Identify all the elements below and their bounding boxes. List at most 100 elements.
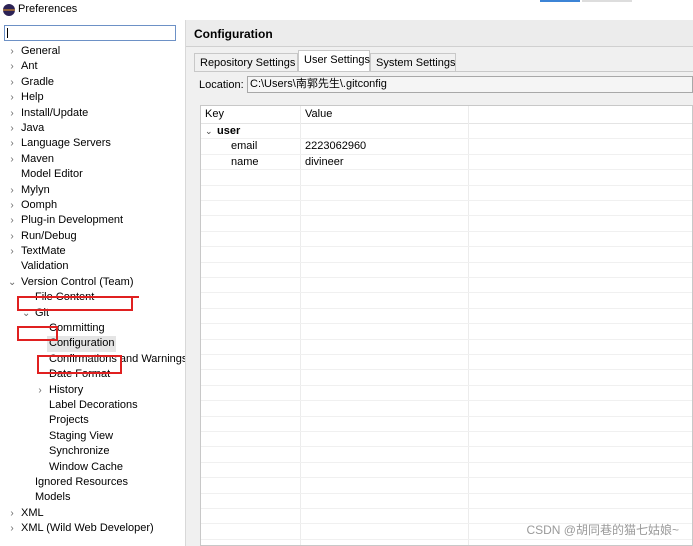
chevron-right-icon[interactable]: › [8,244,16,259]
tree-item[interactable]: › History [0,383,185,398]
tree-item-label: Java [21,121,45,134]
tree-item[interactable]: › Help [0,90,185,105]
chevron-down-icon[interactable]: ⌄ [8,275,16,290]
chevron-right-icon[interactable]: › [8,59,16,74]
title-bar: Preferences [0,0,693,20]
tree-item-label: Version Control (Team) [21,275,134,288]
annotation-box-configuration [37,355,122,374]
preferences-tree: › General › Ant › Gradle › Help › Install/Update ›… [0,44,187,537]
filter-input[interactable] [4,25,176,41]
chevron-right-icon[interactable]: › [8,506,16,521]
config-table[interactable]: Key Value ⌄ user email 2223062960 name divine… [200,105,693,546]
table-row[interactable]: ⌄ user [201,124,692,140]
tab-repository-settings[interactable]: Repository Settings [194,53,298,71]
tree-item[interactable]: › Plug-in Development [0,213,185,228]
annotation-stroke [128,296,139,298]
tree-item-label: Help [21,91,44,104]
chevron-right-icon[interactable]: › [8,75,16,90]
tree-item[interactable]: Ignored Resources [0,475,185,490]
table-row[interactable]: email 2223062960 [201,139,692,155]
tree-item-label: Window Cache [49,460,123,473]
tree-item[interactable]: Validation [0,259,185,274]
tree-item-label: Language Servers [21,137,111,150]
tree-item-label: History [49,383,84,396]
tree-item-label: Ignored Resources [35,475,128,488]
chevron-right-icon[interactable]: › [8,121,16,136]
chevron-right-icon[interactable]: › [8,198,16,213]
tree-item[interactable]: › Ant [0,59,185,74]
page-header: Configuration [186,20,693,47]
watermark: CSDN @胡同巷的猫七姑娘~ [526,523,679,537]
table-row-empty [201,478,692,494]
chevron-right-icon[interactable]: › [8,44,16,59]
eclipse-icon [3,4,15,16]
cell-key: user [217,125,241,137]
table-header: Key Value [201,106,692,124]
tree-item[interactable]: Models [0,490,185,505]
chevron-right-icon[interactable]: › [8,90,16,105]
tree-item-label: Maven [21,152,55,165]
column-header-value[interactable]: Value [305,108,332,120]
table-row[interactable]: name divineer [201,155,692,171]
tree-item[interactable]: ⌄ Version Control (Team) [0,275,185,290]
tree-item[interactable]: › XML [0,506,185,521]
tree-item-label: Validation [21,260,69,273]
location-value: C:\Users\南郭先生\.gitconfig [250,78,387,90]
tree-item[interactable]: › Gradle [0,75,185,90]
tree-item[interactable]: › Install/Update [0,106,185,121]
table-row-empty [201,170,692,186]
tree-item-label: Ant [21,60,38,73]
tree-item[interactable]: › XML (Wild Web Developer) [0,521,185,536]
tab-label: System Settings [376,57,456,69]
tree-item[interactable]: Staging View [0,429,185,444]
tree-item-label: Run/Debug [21,229,77,242]
chevron-right-icon[interactable]: › [8,183,16,198]
table-row-empty [201,447,692,463]
tree-item-label: Oomph [21,198,58,211]
page-title: Configuration [194,27,273,41]
tab-underline [194,71,693,72]
tree-item[interactable]: › Oomph [0,198,185,213]
table-row-empty [201,540,692,545]
location-field[interactable]: C:\Users\南郭先生\.gitconfig [247,76,693,93]
window-title: Preferences [18,3,78,15]
chevron-down-icon[interactable]: ⌄ [205,124,213,139]
chevron-right-icon[interactable]: › [8,229,16,244]
tree-item-label: XML (Wild Web Developer) [21,522,154,535]
tree-item[interactable]: › Mylyn [0,183,185,198]
chevron-right-icon[interactable]: › [8,521,16,536]
table-row-empty [201,370,692,386]
tree-item[interactable]: › TextMate [0,244,185,259]
table-row-empty [201,232,692,248]
location-label: Location: [199,79,244,91]
tree-item[interactable]: Model Editor [0,167,185,182]
chevron-right-icon[interactable]: › [8,152,16,167]
cell-key: name [231,155,259,168]
tree-item[interactable]: Window Cache [0,460,185,475]
tree-item-label: Staging View [49,429,114,442]
tab-user-settings[interactable]: User Settings [298,50,370,71]
tree-item[interactable]: Projects [0,413,185,428]
tree-item[interactable]: › Language Servers [0,136,185,151]
tree-item[interactable]: Label Decorations [0,398,185,413]
tree-item[interactable]: › Run/Debug [0,229,185,244]
preferences-sidebar: › General › Ant › Gradle › Help › Install/Update ›… [0,20,187,546]
preference-page: Configuration Repository Settings User S… [186,20,693,546]
chevron-right-icon[interactable]: › [36,383,44,398]
tab-system-settings[interactable]: System Settings [370,53,456,71]
column-header-key[interactable]: Key [205,108,224,120]
chevron-right-icon[interactable]: › [8,213,16,228]
tree-item[interactable]: › Java [0,121,185,136]
tree-item-label: Model Editor [21,168,83,181]
tree-item[interactable]: › General [0,44,185,59]
table-row-empty [201,309,692,325]
chevron-right-icon[interactable]: › [8,136,16,151]
table-row-empty [201,216,692,232]
text-caret [7,28,8,38]
tree-item[interactable]: › Maven [0,152,185,167]
table-row-empty [201,186,692,201]
tree-item-label: Plug-in Development [21,214,124,227]
tree-item-label: Mylyn [21,183,50,196]
chevron-right-icon[interactable]: › [8,106,16,121]
tree-item[interactable]: Synchronize [0,444,185,459]
